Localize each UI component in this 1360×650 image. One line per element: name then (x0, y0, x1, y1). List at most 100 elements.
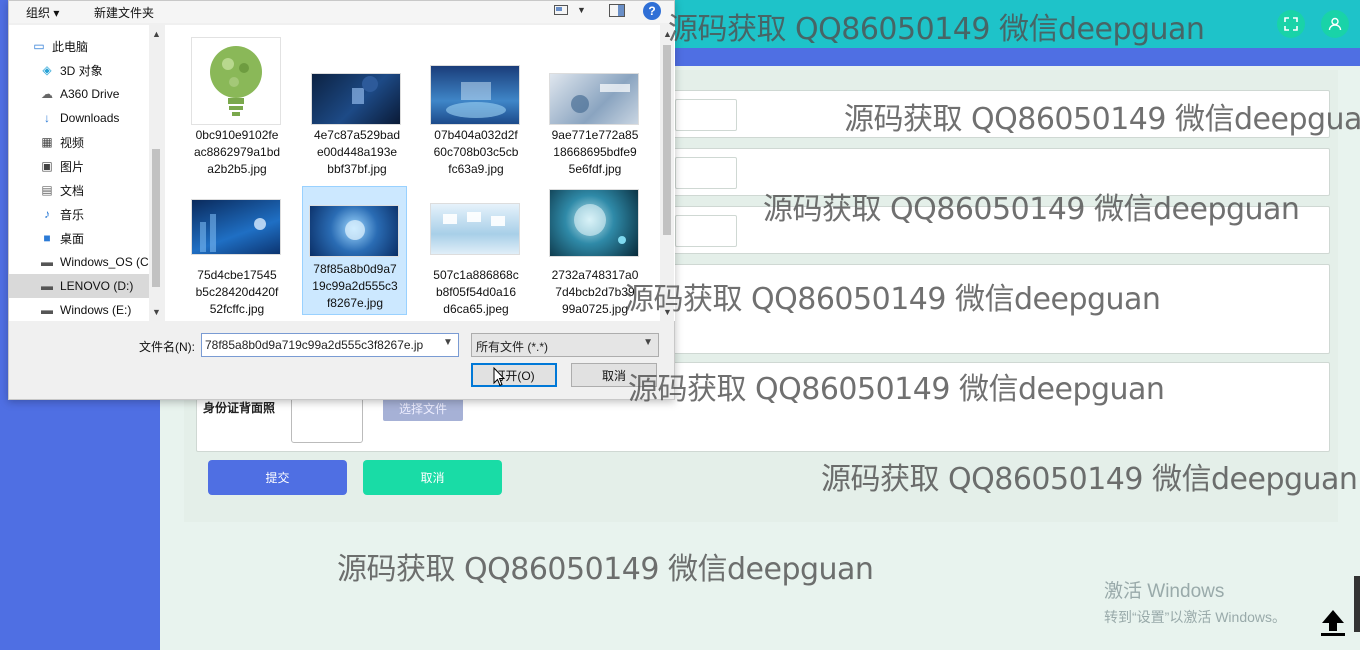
file-thumbnail (191, 199, 281, 255)
nav-label: 视频 (60, 135, 85, 150)
new-folder-button[interactable]: 新建文件夹 (94, 4, 154, 21)
file-name-line: a2b2b5.jpg (207, 162, 267, 176)
nav-label: 3D 对象 (60, 63, 103, 78)
file-name-line: 0bc910e9102fe (195, 128, 279, 142)
file-name-line: 52fcffc.jpg (209, 302, 265, 316)
nav-scroll-thumb[interactable] (152, 149, 160, 287)
file-name-line: e00d448a193e (316, 145, 398, 159)
nav-item-this-pc[interactable]: ▭ 此电脑 (31, 34, 161, 58)
file-name-line: f8267e.jpg (326, 296, 384, 310)
document-icon: ▤ (41, 183, 53, 197)
organize-menu[interactable]: 组织 ▾ (26, 4, 59, 21)
view-mode-icon[interactable] (554, 4, 568, 19)
file-name: 78f85a8b0d9a7 19c99a2d555c3 f8267e.jpg (303, 261, 407, 312)
fullscreen-icon[interactable] (1277, 10, 1305, 38)
id-back-label: 身份证背面照 (203, 401, 276, 415)
files-scroll-thumb[interactable] (663, 45, 671, 235)
file-thumbnail (549, 73, 639, 125)
file-name-line: 75d4cbe17545 (197, 268, 277, 282)
activate-title: 激活 Windows (1104, 581, 1225, 602)
file-name-line: d6ca65.jpeg (443, 302, 509, 316)
picture-icon: ▣ (41, 159, 53, 173)
file-thumbnail (430, 203, 520, 255)
watermark-text: 源码获取 QQ86050149 微信deepguan (337, 552, 874, 587)
watermark-text: 源码获取 QQ86050149 微信deepguan (624, 282, 1161, 317)
navigation-pane: ▭ 此电脑 ◈ 3D 对象 ☁ A360 Drive ↓ Downloads ▦… (9, 25, 161, 321)
file-item[interactable]: 0bc910e9102fe ac8862979a1bd a2b2b5.jpg (185, 33, 289, 176)
file-name-line: ac8862979a1bd (193, 145, 281, 159)
file-open-dialog: 组织 ▾ 新建文件夹 ▼ ? ▭ 此电脑 ◈ 3D 对象 ☁ A360 Driv… (8, 0, 675, 400)
file-name-line: 4e7c87a529bad (313, 128, 401, 142)
file-name-line: 18668695bdfe9 (553, 145, 637, 159)
watermark-text: 源码获取 QQ86050149 微信deepguan (821, 462, 1358, 497)
file-name: 4e7c87a529bad e00d448a193e bbf37bf.jpg (305, 127, 409, 178)
watermark-text: 源码获取 QQ86050149 微信deepguan (628, 372, 1165, 407)
nav-item-videos[interactable]: ▦ 视频 (39, 130, 161, 154)
cancel-button[interactable]: 取消 (363, 460, 502, 495)
nav-item-drive-c[interactable]: ▬ Windows_OS (C (39, 250, 161, 274)
back-to-top-icon[interactable] (1316, 604, 1350, 638)
text-input[interactable] (675, 157, 737, 189)
nav-label: Downloads (60, 111, 120, 125)
file-name-line: b8f05f54d0a16 (435, 285, 517, 299)
nav-item-pictures[interactable]: ▣ 图片 (39, 154, 161, 178)
file-name-line: 19c99a2d555c3 (312, 279, 398, 293)
nav-label: LENOVO (D:) (60, 279, 134, 293)
desktop-icon: ■ (43, 231, 51, 245)
file-item[interactable]: 4e7c87a529bad e00d448a193e bbf37bf.jpg (305, 33, 409, 176)
filename-label: 文件名(N): (139, 340, 195, 354)
file-thumbnail (430, 65, 520, 125)
nav-label: Windows (E:) (60, 303, 132, 317)
file-item-selected[interactable]: 78f85a8b0d9a7 19c99a2d555c3 f8267e.jpg (302, 186, 407, 315)
preview-pane-icon[interactable] (609, 4, 625, 20)
filename-input[interactable]: 78f85a8b0d9a719c99a2d555c3f8267e.jp (201, 333, 459, 357)
watermark-text: 源码获取 QQ86050149 微信deepguan (668, 12, 1205, 47)
dialog-toolbar: 组织 ▾ 新建文件夹 ▼ ? (9, 1, 674, 23)
edge-scrollbar[interactable] (1354, 576, 1360, 632)
file-item[interactable]: 07b404a032d2f 60c708b03c5cb fc63a9.jpg (424, 33, 528, 176)
nav-label: A360 Drive (60, 87, 120, 101)
file-name-line: b5c28420d420f (195, 285, 279, 299)
nav-item-drive-d[interactable]: ▬ LENOVO (D:) (9, 274, 149, 298)
scroll-up-icon[interactable]: ▲ (152, 29, 161, 39)
help-icon[interactable]: ? (643, 2, 661, 20)
nav-scrollbar[interactable]: ▲ ▼ (149, 25, 163, 321)
drive-icon: ▬ (41, 303, 53, 317)
file-item[interactable]: 75d4cbe17545 b5c28420d420f 52fcffc.jpg (185, 187, 289, 317)
nav-label: 文档 (60, 183, 85, 198)
nav-item-a360-drive[interactable]: ☁ A360 Drive (39, 82, 161, 106)
nav-label: Windows_OS (C (60, 255, 149, 269)
nav-item-music[interactable]: ♪ 音乐 (39, 202, 161, 226)
cube-icon: ◈ (42, 63, 52, 77)
file-name: 75d4cbe17545 b5c28420d420f 52fcffc.jpg (185, 267, 289, 318)
activate-windows-notice: 激活 Windows 转到“设置”以激活 Windows。 (1104, 576, 1286, 627)
pc-icon: ▭ (33, 39, 45, 53)
nav-label: 此电脑 (52, 39, 89, 54)
nav-item-desktop[interactable]: ■ 桌面 (39, 226, 161, 250)
file-name-line: 78f85a8b0d9a7 (313, 262, 397, 276)
file-item[interactable]: 507c1a886868c b8f05f54d0a16 d6ca65.jpeg (424, 187, 528, 317)
chevron-down-icon[interactable]: ▼ (443, 337, 453, 348)
file-name: 507c1a886868c b8f05f54d0a16 d6ca65.jpeg (424, 267, 528, 318)
nav-item-3d-objects[interactable]: ◈ 3D 对象 (39, 58, 161, 82)
nav-item-drive-e[interactable]: ▬ Windows (E:) (39, 298, 161, 321)
user-icon[interactable] (1321, 10, 1349, 38)
image-preview-slot (291, 395, 363, 443)
file-thumbnail (549, 189, 639, 257)
view-dropdown-icon[interactable]: ▼ (577, 5, 586, 15)
drive-icon: ▬ (41, 255, 53, 269)
file-thumbnail (309, 205, 399, 257)
file-item[interactable]: 9ae771e772a85 18668695bdfe9 5e6fdf.jpg (543, 33, 647, 176)
nav-item-downloads[interactable]: ↓ Downloads (39, 106, 161, 130)
text-input[interactable] (675, 215, 737, 247)
file-name-line: 60c708b03c5cb (433, 145, 519, 159)
file-name-line: 507c1a886868c (433, 268, 519, 282)
filetype-select[interactable]: 所有文件 (*.*) ▼ (471, 333, 659, 357)
nav-label: 桌面 (60, 231, 85, 246)
text-input[interactable] (675, 99, 737, 131)
cloud-drive-icon: ☁ (41, 87, 53, 101)
nav-item-documents[interactable]: ▤ 文档 (39, 178, 161, 202)
scroll-down-icon[interactable]: ▼ (152, 307, 161, 317)
open-button[interactable]: 打开(O) (471, 363, 557, 387)
submit-button[interactable]: 提交 (208, 460, 347, 495)
